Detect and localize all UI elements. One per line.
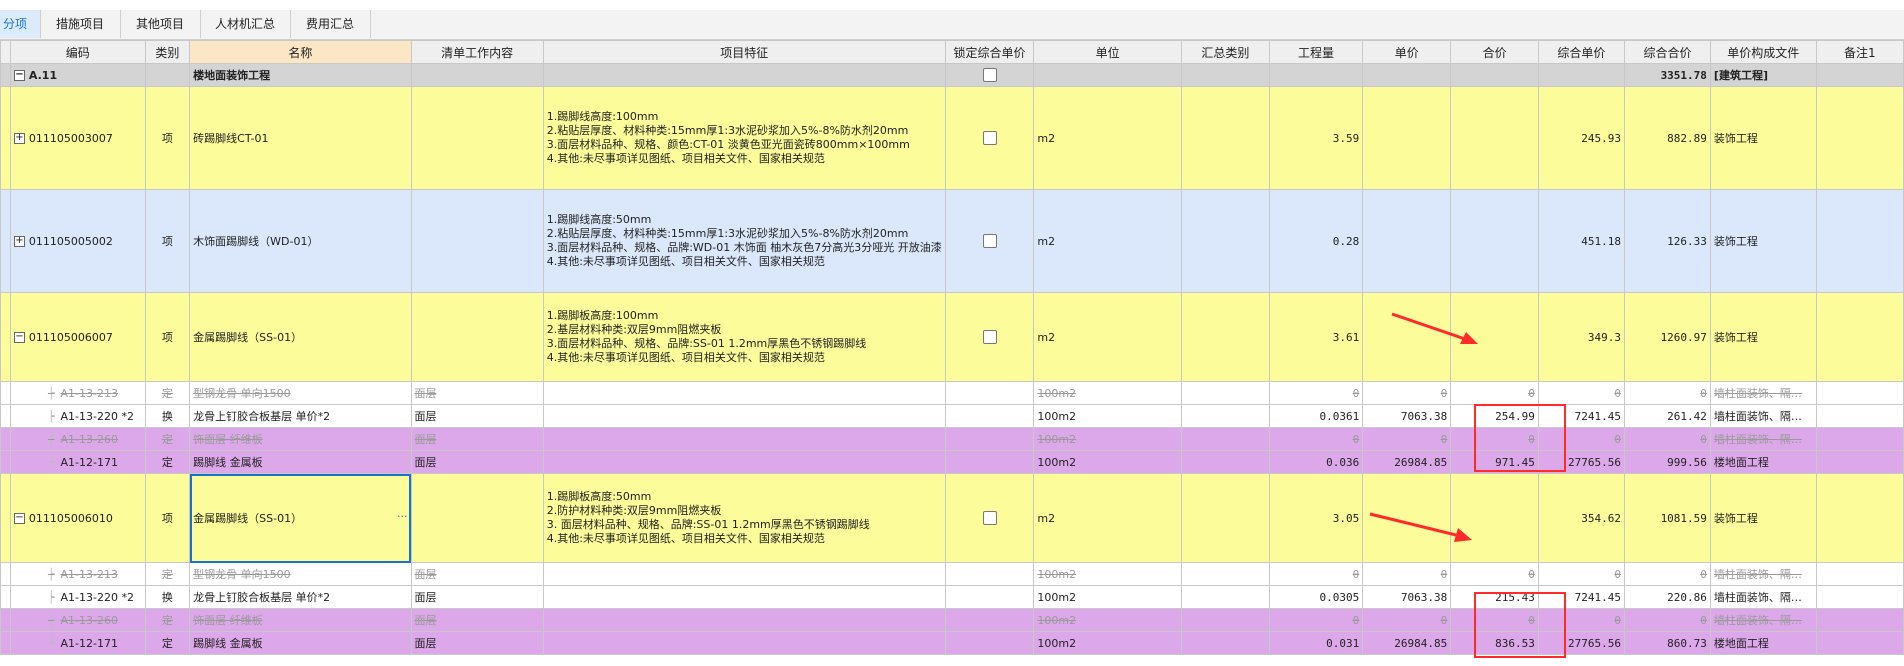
col-work[interactable]: 清单工作内容 <box>410 40 544 64</box>
item-unit: m2 <box>1033 189 1182 293</box>
lock-checkbox[interactable] <box>982 131 997 145</box>
item-qty[interactable]: 3.61 <box>1268 292 1364 382</box>
col-unit[interactable]: 单位 <box>1033 40 1182 64</box>
tab-resources[interactable]: 人材机汇总 <box>200 10 291 38</box>
item-code: 011105003007 <box>28 131 113 145</box>
item-sum-total: 1081.59 <box>1623 473 1711 563</box>
tab-label: 人材机汇总 <box>214 17 275 31</box>
group-code-cell[interactable]: − A.11 <box>9 63 146 87</box>
item-file: 装饰工程 <box>1709 473 1817 563</box>
item-sum-total: 882.89 <box>1623 86 1711 190</box>
col-name[interactable]: 名称 <box>189 40 412 64</box>
group-total: 3351.78 <box>1623 63 1711 87</box>
lock-checkbox[interactable] <box>982 330 997 344</box>
lock-checkbox[interactable] <box>982 68 997 82</box>
col-features[interactable]: 项目特征 <box>542 40 946 64</box>
tab-label: 其他项目 <box>135 17 184 31</box>
col-code[interactable]: 编码 <box>9 40 146 64</box>
item-code: 011105005002 <box>28 234 113 248</box>
item-unit: m2 <box>1033 86 1182 190</box>
item-sum-total: 1260.97 <box>1623 292 1711 382</box>
item-unit-price-total: 245.93 <box>1537 86 1625 190</box>
item-unit-price-total: 349.3 <box>1537 292 1625 382</box>
item-type: 项 <box>144 473 191 563</box>
item-qty[interactable]: 3.05 <box>1268 473 1364 563</box>
item-code: 011105006010 <box>28 511 113 525</box>
item-features[interactable]: 1.踢脚线高度:50mm 2.粘贴层厚度、材料种类:15mm厚1:3水泥砂浆加入5… <box>542 189 946 293</box>
item-name[interactable]: 木饰面踢脚线（WD-01） <box>189 189 412 293</box>
collapse-icon[interactable]: − <box>13 70 25 81</box>
tab-fenxiang[interactable]: 分项 <box>0 10 41 38</box>
item-name[interactable]: 金属踢脚线（SS-01） <box>189 292 412 382</box>
tab-label: 措施项目 <box>55 17 104 31</box>
collapse-icon[interactable]: − <box>13 332 25 343</box>
sub-row[interactable]: ┝ A1-13-260 定 饰面层 纤维板 面层 100m2 0 0 0 0 0 … <box>0 608 1904 632</box>
item-file: 装饰工程 <box>1709 189 1817 293</box>
item-features[interactable]: 1.踢脚线高度:100mm 2.粘贴层厚度、材料种类:15mm厚1:3水泥砂浆加入… <box>542 86 946 190</box>
item-name-selected[interactable]: 金属踢脚线（SS-01） ··· <box>189 473 412 563</box>
col-category[interactable]: 汇总类别 <box>1180 40 1270 64</box>
lock-checkbox[interactable] <box>982 234 997 248</box>
sub-row[interactable]: ┝ A1-13-260 定 饰面层 纤维板 面层 100m2 0 0 0 0 0 … <box>0 427 1904 451</box>
item-name[interactable]: 砖踢脚线CT-01 <box>189 86 412 190</box>
item-file: 装饰工程 <box>1709 86 1817 190</box>
table-row[interactable]: −011105006010 项 金属踢脚线（SS-01） ··· 1.踢脚板高度:… <box>0 473 1904 563</box>
lock-checkbox[interactable] <box>982 511 997 525</box>
item-code: 011105006007 <box>28 330 113 344</box>
more-icon[interactable]: ··· <box>397 510 408 523</box>
item-unit-price-total: 354.62 <box>1537 473 1625 563</box>
tab-label: 分项 <box>2 17 27 31</box>
expand-icon[interactable]: + <box>13 133 25 144</box>
table-row[interactable]: −011105006007 项 金属踢脚线（SS-01） 1.踢脚板高度:100… <box>0 292 1904 382</box>
collapse-icon[interactable]: − <box>13 513 25 524</box>
sub-row[interactable]: ┕ A1-12-171 定 踢脚线 金属板 面层 100m2 0.031 2698… <box>0 631 1904 655</box>
col-unit-price-total[interactable]: 综合单价 <box>1537 40 1625 64</box>
tab-cost-summary[interactable]: 费用汇总 <box>290 10 371 38</box>
item-sum-total: 126.33 <box>1623 189 1711 293</box>
annotation-arrow <box>1369 512 1472 542</box>
sub-row[interactable]: ┝ A1-13-213 定 型钢龙骨 单向1500 面层 100m2 0 0 0 … <box>0 381 1904 405</box>
item-unit-price-total: 451.18 <box>1537 189 1625 293</box>
sub-row[interactable]: ┝ A1-13-220 *2 换 龙骨上钉胶合板基层 单价*2 面层 100m2 … <box>0 585 1904 609</box>
col-sum-total[interactable]: 综合合价 <box>1623 40 1711 64</box>
bill-grid: 编码 类别 名称 清单工作内容 项目特征 锁定综合单价 单位 汇总类别 工程量 … <box>0 40 1904 655</box>
group-code: A.11 <box>28 68 58 82</box>
item-unit: m2 <box>1033 473 1182 563</box>
col-sum[interactable]: 合价 <box>1450 40 1539 64</box>
sub-row[interactable]: ┝ A1-13-220 *2 换 龙骨上钉胶合板基层 单价*2 面层 100m2 … <box>0 404 1904 428</box>
col-file[interactable]: 单价构成文件 <box>1709 40 1817 64</box>
group-file: [建筑工程] <box>1709 63 1817 87</box>
col-lock[interactable]: 锁定综合单价 <box>944 40 1035 64</box>
col-type[interactable]: 类别 <box>144 40 191 64</box>
sub-row[interactable]: ┕ A1-12-171 定 踢脚线 金属板 面层 100m2 0.036 2698… <box>0 450 1904 474</box>
annotation-box <box>1474 404 1566 472</box>
item-features[interactable]: 1.踢脚板高度:50mm 2.防护材料种类:双层9mm阻燃夹板 3. 面层材料品种、… <box>542 473 946 563</box>
table-row[interactable]: +011105003007 项 砖踢脚线CT-01 1.踢脚线高度:100mm 2… <box>0 86 1904 190</box>
table-row[interactable]: +011105005002 项 木饰面踢脚线（WD-01） 1.踢脚线高度:50… <box>0 189 1904 293</box>
tab-bar: 分项 措施项目 其他项目 人材机汇总 费用汇总 <box>0 10 1904 40</box>
col-qty[interactable]: 工程量 <box>1268 40 1364 64</box>
item-file: 装饰工程 <box>1709 292 1817 382</box>
item-features[interactable]: 1.踢脚板高度:100mm 2.基层材料种类:双层9mm阻燃夹板 3.面层材料品种、… <box>542 292 946 382</box>
item-type: 项 <box>144 292 191 382</box>
sub-row[interactable]: ┝ A1-13-213 定 型钢龙骨 单向1500 面层 100m2 0 0 0 … <box>0 562 1904 586</box>
annotation-arrow <box>1391 312 1478 344</box>
item-qty[interactable]: 3.59 <box>1268 86 1364 190</box>
tab-label: 费用汇总 <box>305 17 354 31</box>
tab-measures[interactable]: 措施项目 <box>40 10 121 38</box>
col-price[interactable]: 单价 <box>1362 40 1452 64</box>
expand-icon[interactable]: + <box>13 236 25 247</box>
gutter <box>0 63 11 87</box>
item-qty[interactable]: 0.28 <box>1268 189 1364 293</box>
group-row[interactable]: − A.11 楼地面装饰工程 3351.78 [建筑工程] <box>0 63 1904 87</box>
row-header-gutter <box>0 40 11 64</box>
col-note[interactable]: 备注1 <box>1815 40 1904 64</box>
annotation-box <box>1474 592 1566 658</box>
item-type: 项 <box>144 189 191 293</box>
tab-other[interactable]: 其他项目 <box>120 10 201 38</box>
item-unit: m2 <box>1033 292 1182 382</box>
group-name: 楼地面装饰工程 <box>189 63 412 87</box>
header-row: 编码 类别 名称 清单工作内容 项目特征 锁定综合单价 单位 汇总类别 工程量 … <box>0 40 1904 64</box>
item-type: 项 <box>144 86 191 190</box>
